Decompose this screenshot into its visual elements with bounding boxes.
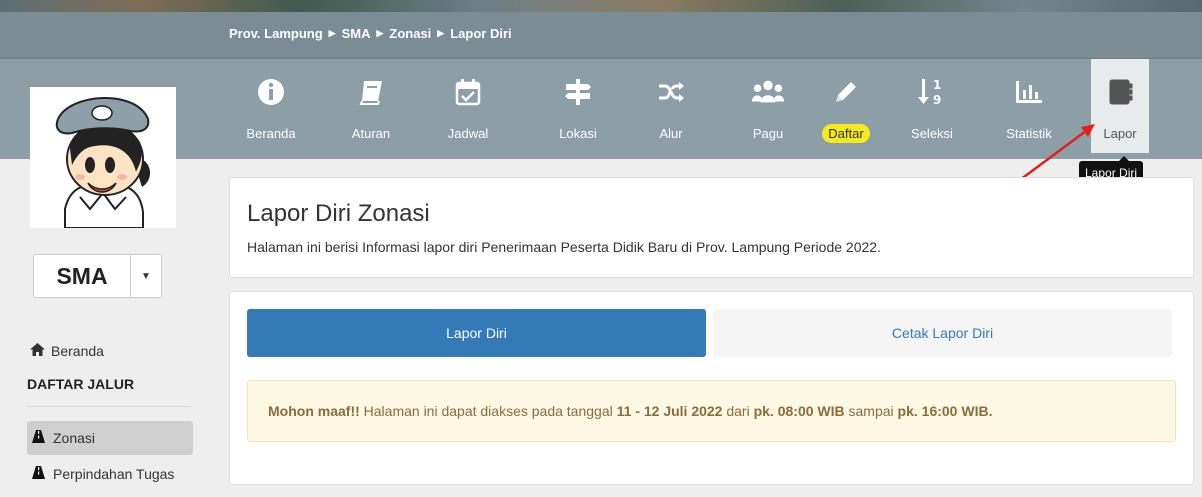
svg-text:1: 1 — [933, 78, 941, 92]
chevron-right-icon: ▶ — [437, 28, 445, 38]
nav-beranda[interactable]: Beranda — [241, 62, 301, 152]
nav-label: Beranda — [246, 126, 296, 141]
breadcrumb: Prov. Lampung ▶ SMA ▶ Zonasi ▶ Lapor Dir… — [229, 26, 512, 41]
header-banner — [0, 0, 1202, 12]
sidebar-item-label: Perpindahan Tugas — [53, 466, 175, 482]
nav-label: Lokasi — [559, 126, 597, 141]
level-select-group: SMA ▼ — [33, 254, 162, 298]
mascot-logo — [30, 87, 176, 229]
breadcrumb-province[interactable]: Prov. Lampung — [229, 26, 323, 41]
contact-book-icon — [1103, 74, 1137, 110]
sidebar-item-perpindahan-tugas[interactable]: Perpindahan Tugas — [30, 466, 174, 482]
breadcrumb-bar — [0, 12, 1202, 59]
sidebar-home-link[interactable]: Beranda — [30, 343, 104, 359]
nav-daftar[interactable]: Daftar — [816, 62, 876, 152]
nav-label: Seleksi — [911, 126, 953, 141]
sort-numeric-icon: 19 — [915, 74, 949, 110]
alert-text: Halaman ini dapat diakses pada tanggal — [359, 403, 617, 419]
caret-down-icon[interactable]: ▼ — [131, 254, 162, 298]
breadcrumb-current: Lapor Diri — [450, 26, 512, 41]
nav-pagu[interactable]: Pagu — [738, 62, 798, 152]
warning-alert: Mohon maaf!! Halaman ini dapat diakses p… — [247, 380, 1176, 442]
pencil-icon — [829, 74, 863, 110]
sidebar-item-zonasi[interactable]: Zonasi — [30, 430, 95, 446]
nav-label: Jadwal — [447, 126, 489, 141]
nav-alur[interactable]: Alur — [641, 62, 701, 152]
page-description: Halaman ini berisi Informasi lapor diri … — [247, 239, 881, 255]
svg-text:9: 9 — [933, 93, 941, 107]
page-title: Lapor Diri Zonasi — [247, 200, 430, 227]
nav-label: Alur — [659, 126, 683, 141]
info-icon — [254, 74, 288, 110]
shuffle-icon — [654, 74, 688, 110]
road-icon — [30, 466, 47, 482]
breadcrumb-level[interactable]: SMA — [342, 26, 371, 41]
alert-start-time: pk. 08:00 WIB — [753, 403, 845, 419]
sidebar-heading: DAFTAR JALUR — [27, 376, 135, 392]
road-icon — [30, 430, 47, 446]
alert-text: dari — [722, 403, 754, 419]
bar-chart-icon — [1012, 74, 1046, 110]
tab-cetak-lapor-diri[interactable]: Cetak Lapor Diri — [713, 309, 1172, 357]
level-button[interactable]: SMA — [33, 254, 131, 298]
tab-lapor-diri[interactable]: Lapor Diri — [247, 309, 706, 357]
sidebar-home-label: Beranda — [51, 343, 104, 359]
chevron-right-icon: ▶ — [376, 28, 384, 38]
users-icon — [751, 74, 785, 110]
chevron-right-icon: ▶ — [328, 28, 336, 38]
nav-label-badge: Daftar — [822, 124, 870, 143]
alert-dates: 11 - 12 Juli 2022 — [616, 403, 723, 419]
sidebar-item-label: Zonasi — [53, 430, 96, 446]
book-icon — [354, 74, 388, 110]
sidebar-divider — [27, 406, 191, 407]
home-icon — [30, 343, 45, 359]
alert-end-time: pk. 16:00 WIB. — [897, 403, 993, 419]
alert-text: sampai — [844, 403, 898, 419]
nav-label: Aturan — [351, 126, 391, 141]
nav-label: Pagu — [752, 126, 784, 141]
nav-jadwal[interactable]: Jadwal — [438, 62, 498, 152]
breadcrumb-path[interactable]: Zonasi — [389, 26, 431, 41]
nav-lokasi[interactable]: Lokasi — [548, 62, 608, 152]
alert-lead: Mohon maaf!! — [268, 403, 360, 419]
calendar-check-icon — [451, 74, 485, 110]
signpost-icon — [561, 74, 595, 110]
nav-aturan[interactable]: Aturan — [341, 62, 401, 152]
nav-seleksi[interactable]: 19 Seleksi — [902, 62, 962, 152]
